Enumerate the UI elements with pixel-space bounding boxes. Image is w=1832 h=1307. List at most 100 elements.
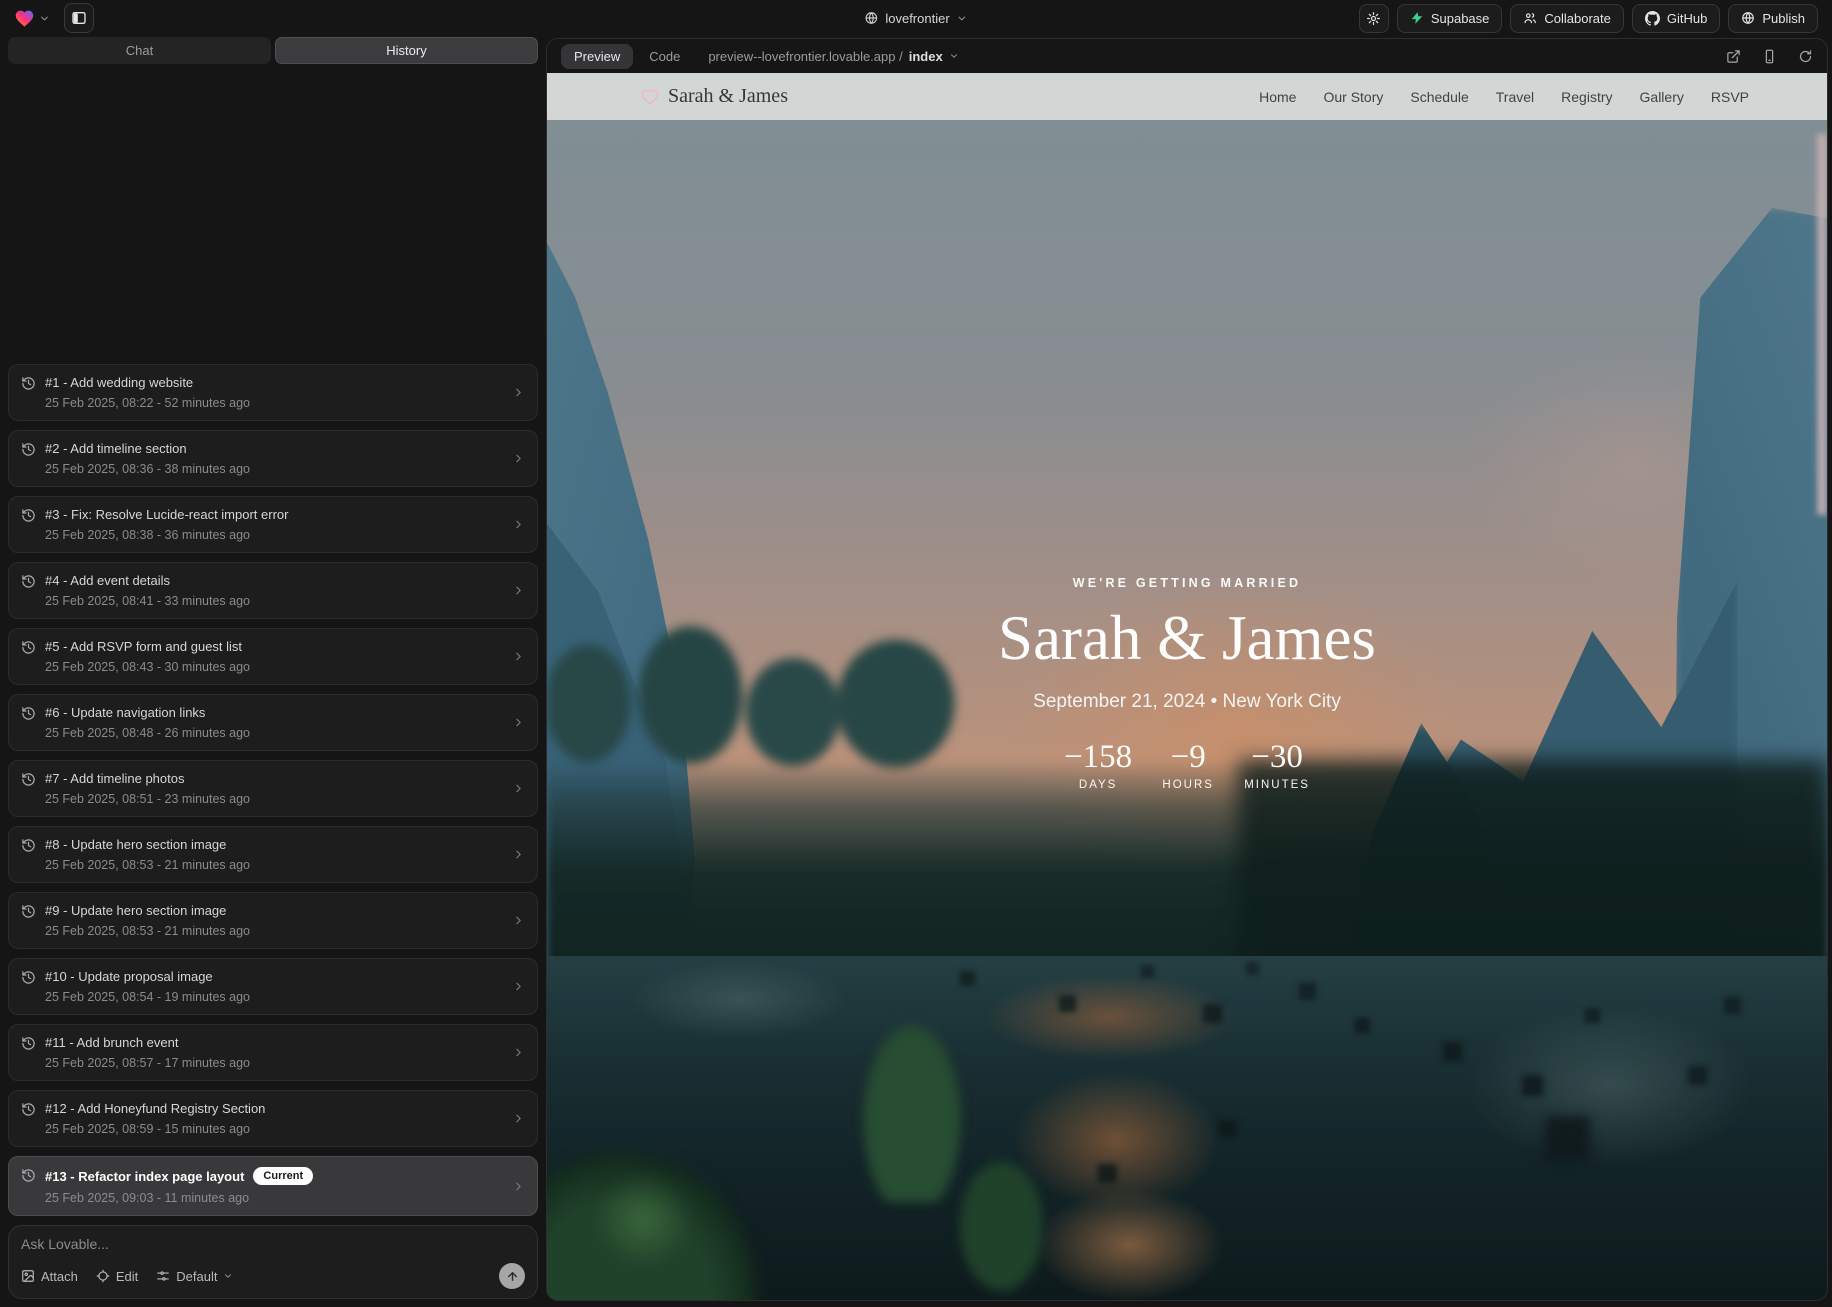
supabase-button[interactable]: Supabase — [1397, 4, 1503, 33]
github-button[interactable]: GitHub — [1632, 4, 1720, 33]
users-icon — [1523, 11, 1537, 25]
history-item[interactable]: #9 - Update hero section image 25 Feb 20… — [8, 892, 538, 949]
open-external-button[interactable] — [1726, 49, 1741, 64]
nav-link[interactable]: Home — [1259, 89, 1296, 105]
history-item-timestamp: 25 Feb 2025, 08:53 - 21 minutes ago — [45, 858, 503, 872]
supabase-label: Supabase — [1431, 11, 1490, 26]
tab-code[interactable]: Code — [649, 49, 680, 64]
chevron-right-icon — [512, 1046, 525, 1059]
history-item-timestamp: 25 Feb 2025, 08:54 - 19 minutes ago — [45, 990, 503, 1004]
chevron-right-icon — [512, 848, 525, 861]
site-nav: Home Our Story Schedule Travel Registry Galle… — [1259, 89, 1749, 105]
preview-toolbar: Preview Code preview--lovefrontier.lovab… — [547, 39, 1827, 73]
chevron-right-icon — [512, 1112, 525, 1125]
publish-label: Publish — [1762, 11, 1805, 26]
history-item-timestamp: 25 Feb 2025, 08:53 - 21 minutes ago — [45, 924, 503, 938]
history-item[interactable]: #13 - Refactor index page layout Current… — [8, 1156, 538, 1216]
countdown-label: MINUTES — [1244, 779, 1310, 791]
project-name: lovefrontier — [885, 11, 949, 26]
tab-chat[interactable]: Chat — [8, 37, 271, 64]
mobile-view-button[interactable] — [1762, 49, 1777, 64]
history-icon — [21, 1168, 36, 1183]
history-icon — [21, 442, 36, 457]
nav-link[interactable]: Schedule — [1410, 89, 1468, 105]
history-item[interactable]: #5 - Add RSVP form and guest list 25 Feb… — [8, 628, 538, 685]
countdown-unit: −9 HOURS — [1162, 739, 1214, 791]
workspace-chevron-down-icon — [39, 13, 50, 24]
history-item-title: #7 - Add timeline photos — [45, 771, 184, 786]
globe-icon — [864, 11, 878, 25]
site-brand[interactable]: Sarah & James — [641, 85, 788, 108]
project-chevron-down-icon — [957, 13, 968, 24]
chevron-right-icon — [512, 584, 525, 597]
history-icon — [21, 508, 36, 523]
history-item[interactable]: #4 - Add event details 25 Feb 2025, 08:4… — [8, 562, 538, 619]
history-item-title: #13 - Refactor index page layout — [45, 1169, 244, 1184]
history-item[interactable]: #12 - Add Honeyfund Registry Section 25 … — [8, 1090, 538, 1147]
hero-title: Sarah & James — [547, 602, 1827, 675]
edit-label: Edit — [116, 1269, 138, 1284]
history-item-title: #2 - Add timeline section — [45, 441, 187, 456]
arrow-up-icon — [506, 1270, 519, 1283]
history-item-title: #1 - Add wedding website — [45, 375, 193, 390]
nav-link[interactable]: RSVP — [1711, 89, 1749, 105]
sidebar-tabs: Chat History — [8, 37, 538, 64]
history-icon — [21, 1102, 36, 1117]
chevron-right-icon — [512, 518, 525, 531]
tab-preview[interactable]: Preview — [561, 44, 633, 69]
nav-link[interactable]: Travel — [1496, 89, 1534, 105]
lovable-logo-menu[interactable] — [14, 8, 50, 29]
countdown-value: −30 — [1244, 739, 1310, 776]
github-label: GitHub — [1667, 11, 1707, 26]
edit-button[interactable]: Edit — [96, 1269, 138, 1284]
history-item[interactable]: #1 - Add wedding website 25 Feb 2025, 08… — [8, 364, 538, 421]
history-list: #1 - Add wedding website 25 Feb 2025, 08… — [8, 70, 538, 1216]
history-icon — [21, 772, 36, 787]
history-item-timestamp: 25 Feb 2025, 08:59 - 15 minutes ago — [45, 1122, 503, 1136]
mode-select[interactable]: Default — [156, 1269, 233, 1284]
nav-link[interactable]: Gallery — [1640, 89, 1684, 105]
chevron-right-icon — [512, 452, 525, 465]
history-item[interactable]: #10 - Update proposal image 25 Feb 2025,… — [8, 958, 538, 1015]
project-switcher[interactable]: lovefrontier — [864, 0, 967, 36]
history-icon — [21, 904, 36, 919]
history-icon — [21, 1036, 36, 1051]
attach-button[interactable]: Attach — [21, 1269, 78, 1284]
nav-link[interactable]: Registry — [1561, 89, 1612, 105]
chevron-right-icon — [512, 782, 525, 795]
collaborate-button[interactable]: Collaborate — [1510, 4, 1624, 33]
countdown: −158 DAYS −9 HOURS −30 MINUTES — [547, 739, 1827, 791]
supabase-icon — [1410, 11, 1424, 25]
history-item-timestamp: 25 Feb 2025, 08:38 - 36 minutes ago — [45, 528, 503, 542]
history-item[interactable]: #3 - Fix: Resolve Lucide-react import er… — [8, 496, 538, 553]
history-item[interactable]: #6 - Update navigation links 25 Feb 2025… — [8, 694, 538, 751]
history-item-timestamp: 25 Feb 2025, 09:03 - 11 minutes ago — [45, 1191, 503, 1205]
mode-chevron-down-icon — [223, 1271, 233, 1281]
sidebar-toggle-button[interactable] — [64, 3, 94, 33]
nav-link[interactable]: Our Story — [1323, 89, 1383, 105]
history-item-title: #3 - Fix: Resolve Lucide-react import er… — [45, 507, 288, 522]
countdown-unit: −158 DAYS — [1064, 739, 1132, 791]
preview-url-base: preview--lovefrontier.lovable.app / — [708, 49, 902, 64]
history-item-title: #4 - Add event details — [45, 573, 170, 588]
history-item[interactable]: #2 - Add timeline section 25 Feb 2025, 0… — [8, 430, 538, 487]
preview-url[interactable]: preview--lovefrontier.lovable.app / inde… — [708, 49, 958, 64]
history-item[interactable]: #8 - Update hero section image 25 Feb 20… — [8, 826, 538, 883]
image-attach-icon — [21, 1269, 35, 1283]
refresh-button[interactable] — [1798, 49, 1813, 64]
mode-label: Default — [176, 1269, 217, 1284]
chevron-right-icon — [512, 1180, 525, 1193]
chevron-right-icon — [512, 914, 525, 927]
publish-button[interactable]: Publish — [1728, 4, 1818, 33]
url-chevron-down-icon — [949, 51, 959, 61]
countdown-unit: −30 MINUTES — [1244, 739, 1310, 791]
settings-button[interactable] — [1359, 4, 1389, 33]
history-item[interactable]: #7 - Add timeline photos 25 Feb 2025, 08… — [8, 760, 538, 817]
chevron-right-icon — [512, 716, 525, 729]
history-item-title: #11 - Add brunch event — [45, 1035, 178, 1050]
prompt-input[interactable] — [21, 1236, 525, 1252]
history-item-timestamp: 25 Feb 2025, 08:43 - 30 minutes ago — [45, 660, 503, 674]
history-item[interactable]: #11 - Add brunch event 25 Feb 2025, 08:5… — [8, 1024, 538, 1081]
send-button[interactable] — [499, 1263, 525, 1289]
tab-history[interactable]: History — [275, 37, 538, 64]
